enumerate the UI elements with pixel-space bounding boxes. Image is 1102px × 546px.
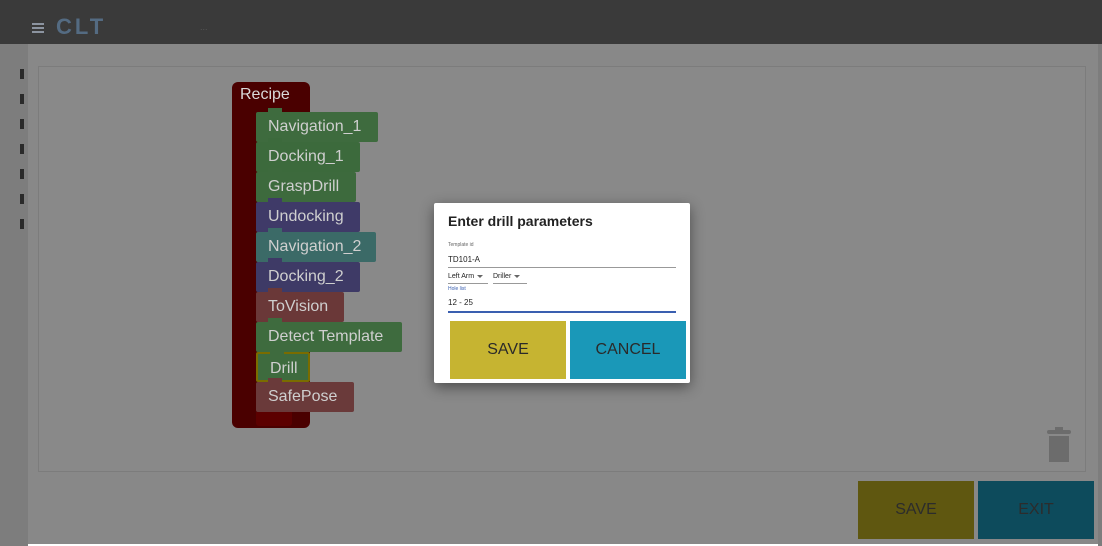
arm-select-underline <box>448 283 488 284</box>
block-label: Detect Template <box>268 328 384 345</box>
tool-select-underline <box>493 283 527 284</box>
recipe-block-end <box>256 412 292 426</box>
template-id-field[interactable]: TD101-A <box>448 255 480 264</box>
drill-parameters-dialog: Enter drill parameters Template id TD101… <box>434 203 690 383</box>
block-label: Drill <box>270 360 298 377</box>
sidebar-item[interactable] <box>20 119 24 129</box>
block-label: Docking_1 <box>268 148 344 165</box>
dialog-save-button[interactable]: SAVE <box>450 321 566 379</box>
app-header: CLT ... <box>0 0 1102 44</box>
sidebar-item[interactable] <box>20 169 24 179</box>
hole-list-label: Hole list <box>448 286 466 292</box>
tool-select[interactable]: Driller <box>493 273 521 280</box>
app-name: ... <box>200 22 208 32</box>
block-safe-pose[interactable]: SafePose <box>256 378 354 412</box>
sidebar-item[interactable] <box>20 69 24 79</box>
block-label: ToVision <box>268 298 329 315</box>
save-button[interactable]: SAVE <box>858 481 974 539</box>
sidebar-item[interactable] <box>20 219 24 229</box>
arm-select-value: Left Arm <box>448 273 475 280</box>
arm-select[interactable]: Left Arm <box>448 273 484 280</box>
block-drill[interactable]: Drill <box>256 350 310 382</box>
block-label: Docking_2 <box>268 268 344 285</box>
dialog-cancel-button[interactable]: CANCEL <box>570 321 686 379</box>
hole-list-field[interactable]: 12 - 25 <box>448 298 473 307</box>
recipe-title: Recipe <box>240 86 290 103</box>
app-logo: CLT <box>56 14 107 39</box>
block-label: SafePose <box>268 388 338 405</box>
sidebar-item[interactable] <box>20 194 24 204</box>
sidebar <box>0 44 28 546</box>
sidebar-item[interactable] <box>20 144 24 154</box>
dialog-title: Enter drill parameters <box>448 213 593 229</box>
tool-select-value: Driller <box>493 273 512 280</box>
block-label: Undocking <box>268 208 344 225</box>
sidebar-item[interactable] <box>20 94 24 104</box>
block-label: Navigation_1 <box>268 118 362 135</box>
right-edge <box>1098 44 1102 546</box>
exit-button[interactable]: EXIT <box>978 481 1094 539</box>
template-id-underline <box>448 267 676 268</box>
hole-list-underline <box>448 311 676 313</box>
chevron-down-icon <box>514 274 521 278</box>
block-label: Navigation_2 <box>268 238 362 255</box>
trash-icon[interactable] <box>1047 427 1071 462</box>
block-label: GraspDrill <box>268 178 340 195</box>
chevron-down-icon <box>477 274 484 278</box>
template-id-label: Template id <box>448 242 474 248</box>
block-detect-template[interactable]: Detect Template <box>256 318 402 352</box>
menu-icon[interactable] <box>32 23 44 33</box>
